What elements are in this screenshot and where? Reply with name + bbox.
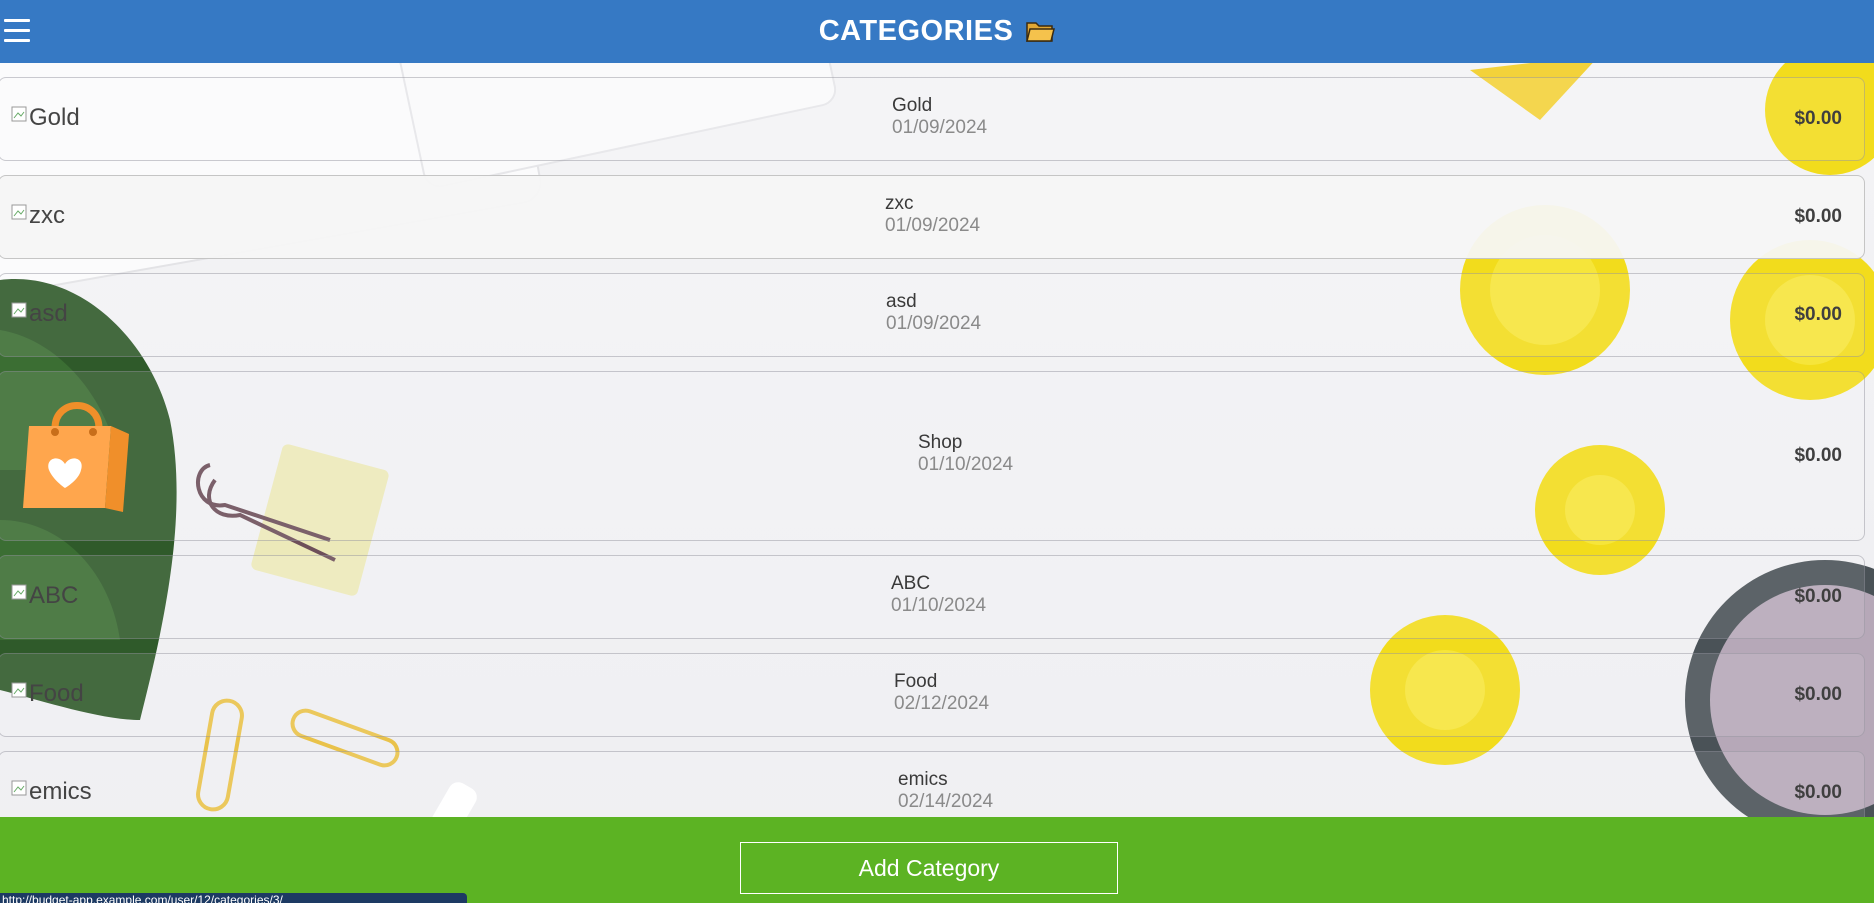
category-info: Food 02/12/2024 bbox=[894, 671, 989, 715]
category-name: asd bbox=[886, 291, 917, 312]
category-image-alt: asd bbox=[29, 300, 68, 327]
category-amount: $0.00 bbox=[1794, 586, 1842, 607]
broken-image-icon bbox=[11, 106, 27, 122]
category-date: 01/09/2024 bbox=[892, 117, 988, 138]
broken-image-icon bbox=[11, 682, 27, 698]
category-image-alt: emics bbox=[29, 778, 92, 805]
category-date: 01/10/2024 bbox=[891, 595, 987, 616]
category-row-emics[interactable]: emics emics 02/14/2024 $0.00 bbox=[0, 751, 1865, 817]
category-name: Gold bbox=[892, 95, 933, 116]
broken-image-icon bbox=[11, 302, 27, 318]
category-date: 01/09/2024 bbox=[885, 215, 981, 236]
broken-image-icon bbox=[11, 204, 27, 220]
category-amount: $0.00 bbox=[1794, 206, 1842, 227]
bottom-bar: Add Category bbox=[0, 817, 1874, 903]
folder-icon bbox=[1026, 21, 1056, 42]
category-image-broken: zxc bbox=[11, 202, 65, 230]
category-date: 01/09/2024 bbox=[886, 313, 982, 334]
category-name: Food bbox=[894, 671, 938, 692]
category-info: Gold 01/09/2024 bbox=[892, 95, 987, 139]
category-list: Gold Gold 01/09/2024 $0.00 zxc zxc 01/09… bbox=[0, 63, 1874, 817]
category-image-broken: ABC bbox=[11, 582, 78, 610]
category-date: 02/12/2024 bbox=[894, 693, 990, 714]
category-info: zxc 01/09/2024 bbox=[885, 193, 980, 237]
title-container: CATEGORIES bbox=[0, 0, 1874, 63]
category-row-gold[interactable]: Gold Gold 01/09/2024 $0.00 bbox=[0, 77, 1865, 161]
category-name: emics bbox=[898, 769, 948, 790]
category-name: ABC bbox=[891, 573, 931, 594]
category-date: 01/10/2024 bbox=[918, 454, 1014, 475]
category-name: Shop bbox=[918, 432, 963, 453]
category-row-food[interactable]: Food Food 02/12/2024 $0.00 bbox=[0, 653, 1865, 737]
category-row-shop[interactable]: Shop 01/10/2024 $0.00 bbox=[0, 371, 1865, 541]
category-amount: $0.00 bbox=[1794, 684, 1842, 705]
page-title: CATEGORIES bbox=[818, 15, 1014, 47]
category-info: emics 02/14/2024 bbox=[898, 769, 993, 813]
category-info: Shop 01/10/2024 bbox=[918, 432, 1013, 476]
category-info: asd 01/09/2024 bbox=[886, 291, 981, 335]
category-image-broken: Food bbox=[11, 680, 84, 708]
category-amount: $0.00 bbox=[1794, 445, 1842, 466]
category-image-broken: Gold bbox=[11, 104, 80, 132]
category-row-asd[interactable]: asd asd 01/09/2024 $0.00 bbox=[0, 273, 1865, 357]
broken-image-icon bbox=[11, 780, 27, 796]
shopping-bag-heart-icon bbox=[23, 402, 129, 512]
add-category-button[interactable]: Add Category bbox=[740, 842, 1118, 894]
category-info: ABC 01/10/2024 bbox=[891, 573, 986, 617]
category-amount: $0.00 bbox=[1794, 108, 1842, 129]
category-image-alt: zxc bbox=[29, 202, 65, 229]
category-row-zxc[interactable]: zxc zxc 01/09/2024 $0.00 bbox=[0, 175, 1865, 259]
category-name: zxc bbox=[885, 193, 914, 214]
category-image-broken: asd bbox=[11, 300, 68, 328]
category-image-broken: emics bbox=[11, 778, 92, 806]
category-image-alt: ABC bbox=[29, 582, 79, 609]
broken-image-icon bbox=[11, 584, 27, 600]
category-amount: $0.00 bbox=[1794, 782, 1842, 803]
category-image-alt: Gold bbox=[29, 104, 80, 131]
status-bar-url: http://budget-app.example.com/user/12/ca… bbox=[0, 893, 467, 903]
category-row-abc[interactable]: ABC ABC 01/10/2024 $0.00 bbox=[0, 555, 1865, 639]
top-bar: CATEGORIES bbox=[0, 0, 1874, 63]
category-image-alt: Food bbox=[29, 680, 84, 707]
category-date: 02/14/2024 bbox=[898, 791, 994, 812]
category-amount: $0.00 bbox=[1794, 304, 1842, 325]
